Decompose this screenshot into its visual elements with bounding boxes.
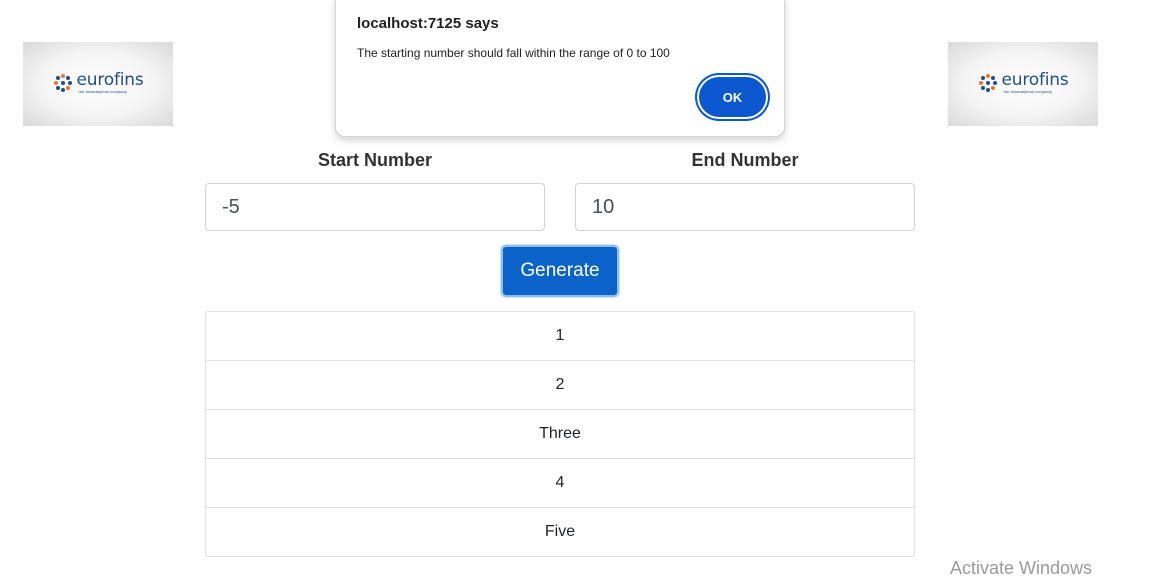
eurofins-logo-right: eurofins the bioanalytical company: [948, 42, 1098, 126]
list-item: Three: [206, 409, 914, 458]
alert-dialog: localhost:7125 says The starting number …: [335, 0, 785, 137]
generate-button[interactable]: Generate: [501, 245, 619, 297]
ok-button[interactable]: OK: [697, 75, 768, 119]
list-item: Five: [206, 507, 914, 556]
start-number-input[interactable]: [205, 183, 545, 231]
eurofins-mark-icon: [53, 74, 72, 92]
dialog-message: The starting number should fall within t…: [357, 46, 670, 60]
logo-tagline: the bioanalytical company: [78, 89, 128, 94]
logo-wordmark: eurofins: [76, 70, 144, 90]
logo-tagline: the bioanalytical company: [1003, 89, 1053, 94]
eurofins-logo-left: eurofins the bioanalytical company: [23, 42, 173, 126]
end-number-label: End Number: [691, 150, 799, 170]
end-number-input[interactable]: [575, 183, 915, 231]
list-item: 4: [206, 458, 914, 507]
list-item: 2: [206, 360, 914, 409]
logo-wordmark: eurofins: [1001, 70, 1069, 90]
list-item: 1: [555, 327, 565, 344]
start-number-label: Start Number: [317, 150, 433, 170]
activate-windows-watermark: Activate Windows: [950, 558, 1093, 576]
eurofins-mark-icon: [978, 74, 997, 92]
result-list: 1 2 Three 4 Five: [205, 311, 915, 557]
dialog-title: localhost:7125 says: [357, 15, 499, 32]
